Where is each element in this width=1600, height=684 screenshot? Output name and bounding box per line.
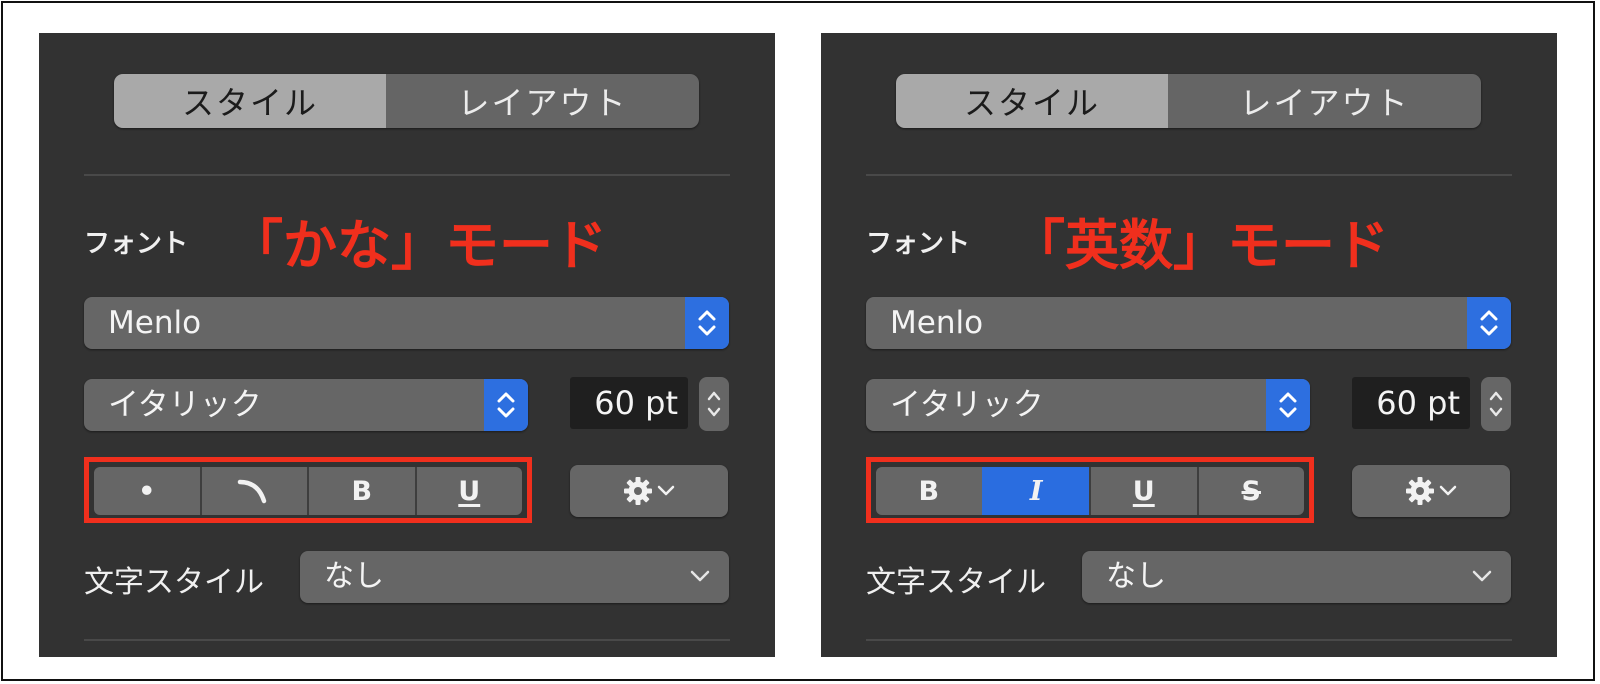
text-format-buttons: B I U S: [876, 467, 1304, 515]
chevron-down-icon: [657, 485, 675, 496]
chevron-down-icon: [690, 570, 710, 582]
strikethrough-button[interactable]: S: [1196, 467, 1305, 515]
format-panel-eisu: スタイル レイアウト フォント 「英数」モード Menlo イタリック 60 p…: [821, 33, 1557, 657]
font-typeface-popup[interactable]: イタリック: [84, 379, 528, 431]
tab-layout[interactable]: レイアウト: [386, 74, 699, 128]
gear-icon: [624, 477, 652, 505]
character-style-value: なし: [324, 559, 384, 594]
underline-button[interactable]: U: [1089, 467, 1197, 515]
font-typeface-value: イタリック: [890, 387, 1044, 423]
strikethrough-label: S: [1241, 475, 1261, 507]
character-style-label: 文字スタイル: [866, 565, 1046, 600]
character-style-popup[interactable]: なし: [1082, 551, 1511, 603]
font-typeface-popup[interactable]: イタリック: [866, 379, 1310, 431]
bold-label: B: [918, 475, 940, 507]
tab-layout[interactable]: レイアウト: [1168, 74, 1481, 128]
font-size-field[interactable]: 60 pt: [1352, 377, 1470, 429]
bold-label: B: [351, 475, 373, 507]
font-section-label: フォント: [866, 229, 971, 259]
up-down-stepper-icon: [1489, 391, 1503, 417]
italic-button[interactable]: I: [981, 467, 1089, 515]
screenshot-frame: スタイル レイアウト フォント 「かな」モード Menlo イタリック 60 p…: [1, 1, 1595, 681]
chevron-down-icon: [1439, 485, 1457, 496]
format-panel-kana: スタイル レイアウト フォント 「かな」モード Menlo イタリック 60 p…: [39, 33, 775, 657]
up-down-stepper-icon: [1467, 297, 1511, 349]
character-style-popup[interactable]: なし: [300, 551, 729, 603]
text-options-button[interactable]: [1352, 465, 1510, 517]
tab-style[interactable]: スタイル: [896, 74, 1168, 128]
tab-style[interactable]: スタイル: [114, 74, 386, 128]
font-size-stepper[interactable]: [1481, 377, 1511, 431]
divider: [84, 639, 730, 641]
font-typeface-value: イタリック: [108, 387, 262, 423]
curve-mark-icon: [238, 479, 267, 504]
up-down-stepper-icon: [1266, 379, 1310, 431]
underline-label: U: [1132, 475, 1155, 507]
font-size-field[interactable]: 60 pt: [570, 377, 688, 429]
underline-button[interactable]: U: [414, 467, 523, 515]
gear-icon: [1406, 477, 1434, 505]
underline-label: U: [458, 475, 481, 507]
segmented-control: スタイル レイアウト: [114, 74, 699, 128]
font-family-value: Menlo: [108, 305, 202, 341]
mode-annotation: 「かな」モード: [229, 214, 607, 277]
segmented-control: スタイル レイアウト: [896, 74, 1481, 128]
curve-mark-button[interactable]: [199, 467, 308, 515]
text-options-button[interactable]: [570, 465, 728, 517]
font-family-value: Menlo: [890, 305, 984, 341]
italic-label: I: [1029, 475, 1043, 507]
divider: [84, 174, 730, 176]
character-style-label: 文字スタイル: [84, 565, 264, 600]
up-down-stepper-icon: [484, 379, 528, 431]
font-family-popup[interactable]: Menlo: [84, 297, 729, 349]
text-format-buttons: • B U: [94, 467, 522, 515]
up-down-stepper-icon: [707, 391, 721, 417]
chevron-down-icon: [1472, 570, 1492, 582]
bullet-dot-button[interactable]: •: [94, 467, 200, 515]
bold-button[interactable]: B: [876, 467, 982, 515]
bold-button[interactable]: B: [307, 467, 415, 515]
bullet-dot-label: •: [138, 475, 156, 507]
up-down-stepper-icon: [685, 297, 729, 349]
divider: [866, 174, 1512, 176]
font-family-popup[interactable]: Menlo: [866, 297, 1511, 349]
font-size-stepper[interactable]: [699, 377, 729, 431]
divider: [866, 639, 1512, 641]
character-style-value: なし: [1106, 559, 1166, 594]
font-section-label: フォント: [84, 229, 189, 259]
mode-annotation: 「英数」モード: [1011, 214, 1389, 277]
